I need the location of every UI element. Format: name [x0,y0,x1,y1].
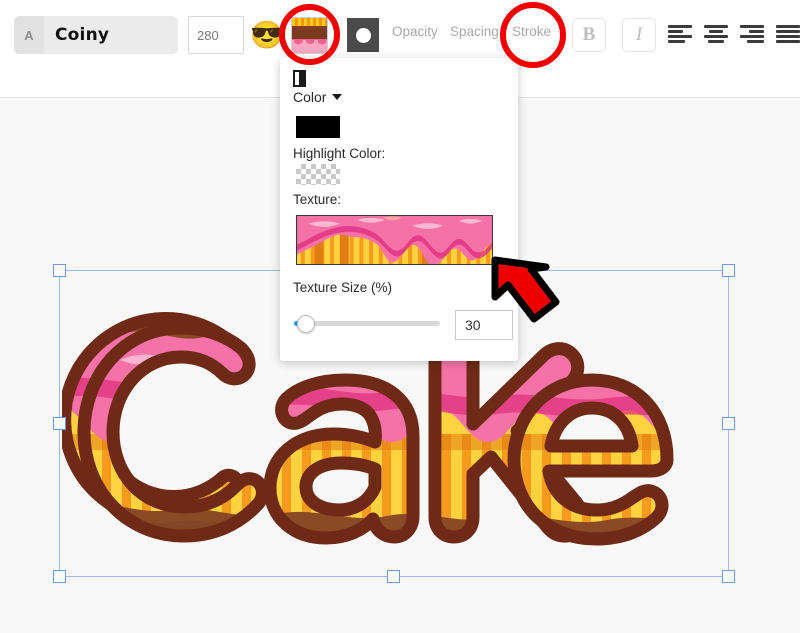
font-family-value: Coiny [55,25,110,45]
spacing-button[interactable]: Spacing [450,24,499,39]
stroke-button[interactable]: Stroke [512,24,551,39]
shape-swatch-button[interactable] [344,16,382,54]
color-dropdown[interactable]: Color [293,89,343,105]
red-arrow-cursor [490,255,570,332]
slider-thumb[interactable] [296,314,315,333]
text-color-swatch[interactable] [296,116,340,138]
color-book-icon [293,70,306,87]
app-root: A Coiny 280 😎 Opacity Spacing Stroke B I [0,0,800,633]
align-right-icon[interactable] [740,22,764,46]
italic-button[interactable]: I [622,18,656,52]
texture-size-slider-row: 30 [293,308,513,342]
circle-shape-icon [347,18,379,52]
font-size-input[interactable]: 280 [188,16,244,54]
highlight-color-swatch[interactable] [296,164,340,185]
chevron-down-icon [332,94,343,100]
align-left-icon[interactable] [668,22,692,46]
highlight-color-label: Highlight Color: [293,146,386,161]
resize-handle-bottom-middle[interactable] [387,570,400,583]
texture-label: Texture: [293,192,342,207]
color-options-panel: Color Highlight Color: Texture: Texture … [280,58,518,361]
font-type-icon: A [14,16,44,54]
sunglasses-emoji-icon: 😎 [250,19,284,50]
texture-size-slider[interactable] [294,314,440,333]
cake-texture-preview[interactable] [296,215,493,265]
opacity-button[interactable]: Opacity [392,24,438,39]
resize-handle-bottom-right[interactable] [722,570,735,583]
align-center-icon[interactable] [704,22,728,46]
resize-handle-middle-right[interactable] [722,416,735,430]
color-dropdown-label: Color [293,89,327,105]
align-justify-icon[interactable] [776,22,800,46]
cake-texture-icon [290,16,328,54]
texture-size-label: Texture Size (%) [293,280,393,295]
resize-handle-middle-left[interactable] [53,416,66,430]
resize-handle-top-left[interactable] [53,264,66,277]
emoji-button[interactable]: 😎 [248,16,286,54]
resize-handle-top-right[interactable] [722,264,735,277]
texture-swatch-button[interactable] [290,16,328,54]
font-family-field[interactable]: A Coiny [14,16,178,54]
bold-button[interactable]: B [572,18,606,52]
resize-handle-bottom-left[interactable] [53,570,66,583]
